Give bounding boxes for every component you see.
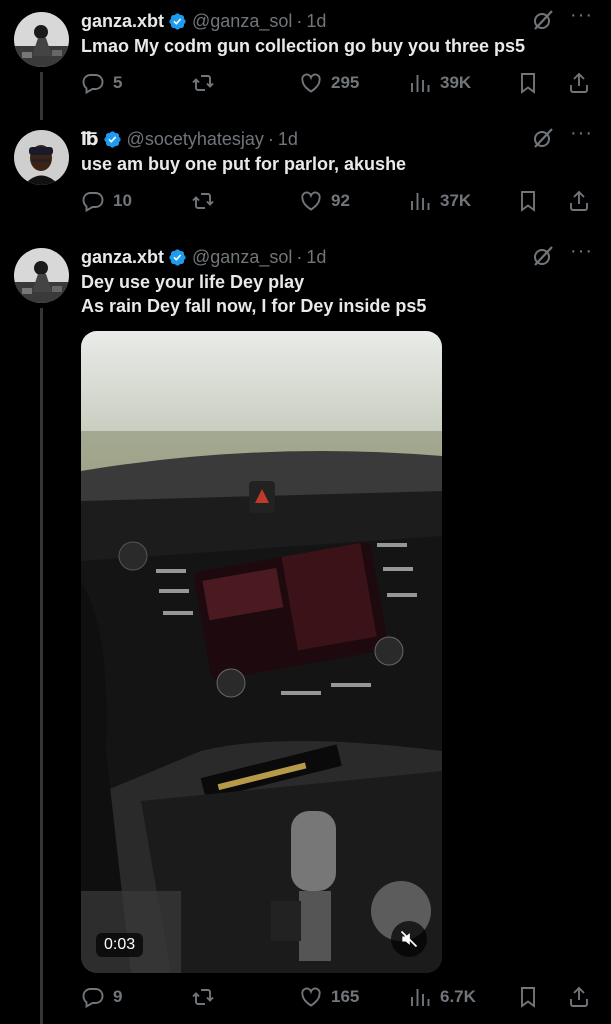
share-icon [567,71,591,95]
verified-badge-icon [103,130,122,149]
views-icon [408,985,432,1009]
display-name[interactable]: ℔ [81,129,99,150]
handle[interactable]: @socetyhatesjay [127,129,264,150]
like-icon [299,189,323,213]
tweet-2[interactable]: ℔ @socetyhatesjay · 1d ··· use am buy on… [0,122,611,238]
reply-count: 9 [113,987,123,1006]
handle[interactable]: @ganza_sol [192,247,292,268]
grok-icon[interactable] [531,8,555,32]
more-icon[interactable]: ··· [570,122,593,145]
retweet-button[interactable] [191,70,223,96]
display-name[interactable]: ganza.xbt [81,247,164,268]
video-thumbnail [81,331,442,973]
bookmark-button[interactable] [516,188,548,214]
bookmark-icon [516,189,540,213]
reply-icon [81,189,105,213]
view-count: 6.7K [440,987,476,1006]
bookmark-icon [516,985,540,1009]
share-icon [567,985,591,1009]
avatar[interactable] [14,248,69,303]
tweet-text: Dey use your life Dey play As rain Dey f… [81,270,591,318]
share-button[interactable] [567,984,599,1010]
tweet-header: ganza.xbt @ganza_sol · 1d [81,246,541,268]
share-button[interactable] [567,70,599,96]
tweet-text: use am buy one put for parlor, akushe [81,154,407,174]
bookmark-button[interactable] [516,984,548,1010]
bookmark-button[interactable] [516,70,548,96]
timestamp[interactable]: 1d [306,247,326,268]
reply-button[interactable]: 10 [81,188,132,214]
like-button[interactable]: 295 [299,70,359,96]
like-count: 295 [331,73,360,92]
separator-dot: · [296,10,303,31]
action-bar: 5 295 39K [81,70,597,96]
like-button[interactable]: 165 [299,984,359,1010]
like-icon [299,985,323,1009]
thread-line [40,72,43,120]
avatar[interactable] [14,12,69,67]
tweet-header: ℔ @socetyhatesjay · 1d [81,128,541,150]
separator-dot: · [267,128,274,149]
tweet-header: ganza.xbt @ganza_sol · 1d [81,10,541,32]
grok-icon[interactable] [531,126,555,150]
share-button[interactable] [567,188,599,214]
views-button[interactable]: 6.7K [408,984,476,1010]
separator-dot: · [296,246,303,267]
reply-icon [81,71,105,95]
reply-button[interactable]: 5 [81,70,122,96]
action-bar: 9 165 6.7K [81,984,597,1010]
like-count: 92 [331,191,350,210]
display-name[interactable]: ganza.xbt [81,11,164,32]
share-icon [567,189,591,213]
tweet-text-line: As rain Dey fall now, I for Dey inside p… [81,296,427,316]
reply-button[interactable]: 9 [81,984,122,1010]
like-icon [299,71,323,95]
video-duration: 0:03 [96,933,144,957]
retweet-button[interactable] [191,984,223,1010]
avatar[interactable] [14,130,69,185]
thread-line [40,308,43,1024]
handle[interactable]: @ganza_sol [192,11,292,32]
timestamp[interactable]: 1d [278,129,298,150]
tweet-text-line: Dey use your life Dey play [81,272,305,292]
reply-count: 5 [113,73,123,92]
tweet-1[interactable]: ganza.xbt @ganza_sol · 1d ··· Lmao My co… [0,4,611,120]
retweet-icon [191,985,215,1009]
view-count: 37K [440,191,472,210]
like-button[interactable]: 92 [299,188,350,214]
video-player[interactable]: 0:03 [81,331,442,973]
reply-count: 10 [113,191,132,210]
tweet-text: Lmao My codm gun collection go buy you t… [81,36,526,56]
timestamp[interactable]: 1d [306,11,326,32]
mute-icon [399,929,419,949]
bookmark-icon [516,71,540,95]
action-bar: 10 92 37K [81,188,597,214]
views-icon [408,71,432,95]
reply-icon [81,985,105,1009]
views-button[interactable]: 39K [408,70,471,96]
view-count: 39K [440,73,472,92]
views-icon [408,189,432,213]
like-count: 165 [331,987,360,1006]
more-icon[interactable]: ··· [570,4,593,27]
more-icon[interactable]: ··· [570,240,593,263]
grok-icon[interactable] [531,244,555,268]
retweet-icon [191,189,215,213]
retweet-button[interactable] [191,188,223,214]
verified-badge-icon [168,12,187,31]
retweet-icon [191,71,215,95]
views-button[interactable]: 37K [408,188,471,214]
verified-badge-icon [168,248,187,267]
mute-button[interactable] [391,921,427,957]
